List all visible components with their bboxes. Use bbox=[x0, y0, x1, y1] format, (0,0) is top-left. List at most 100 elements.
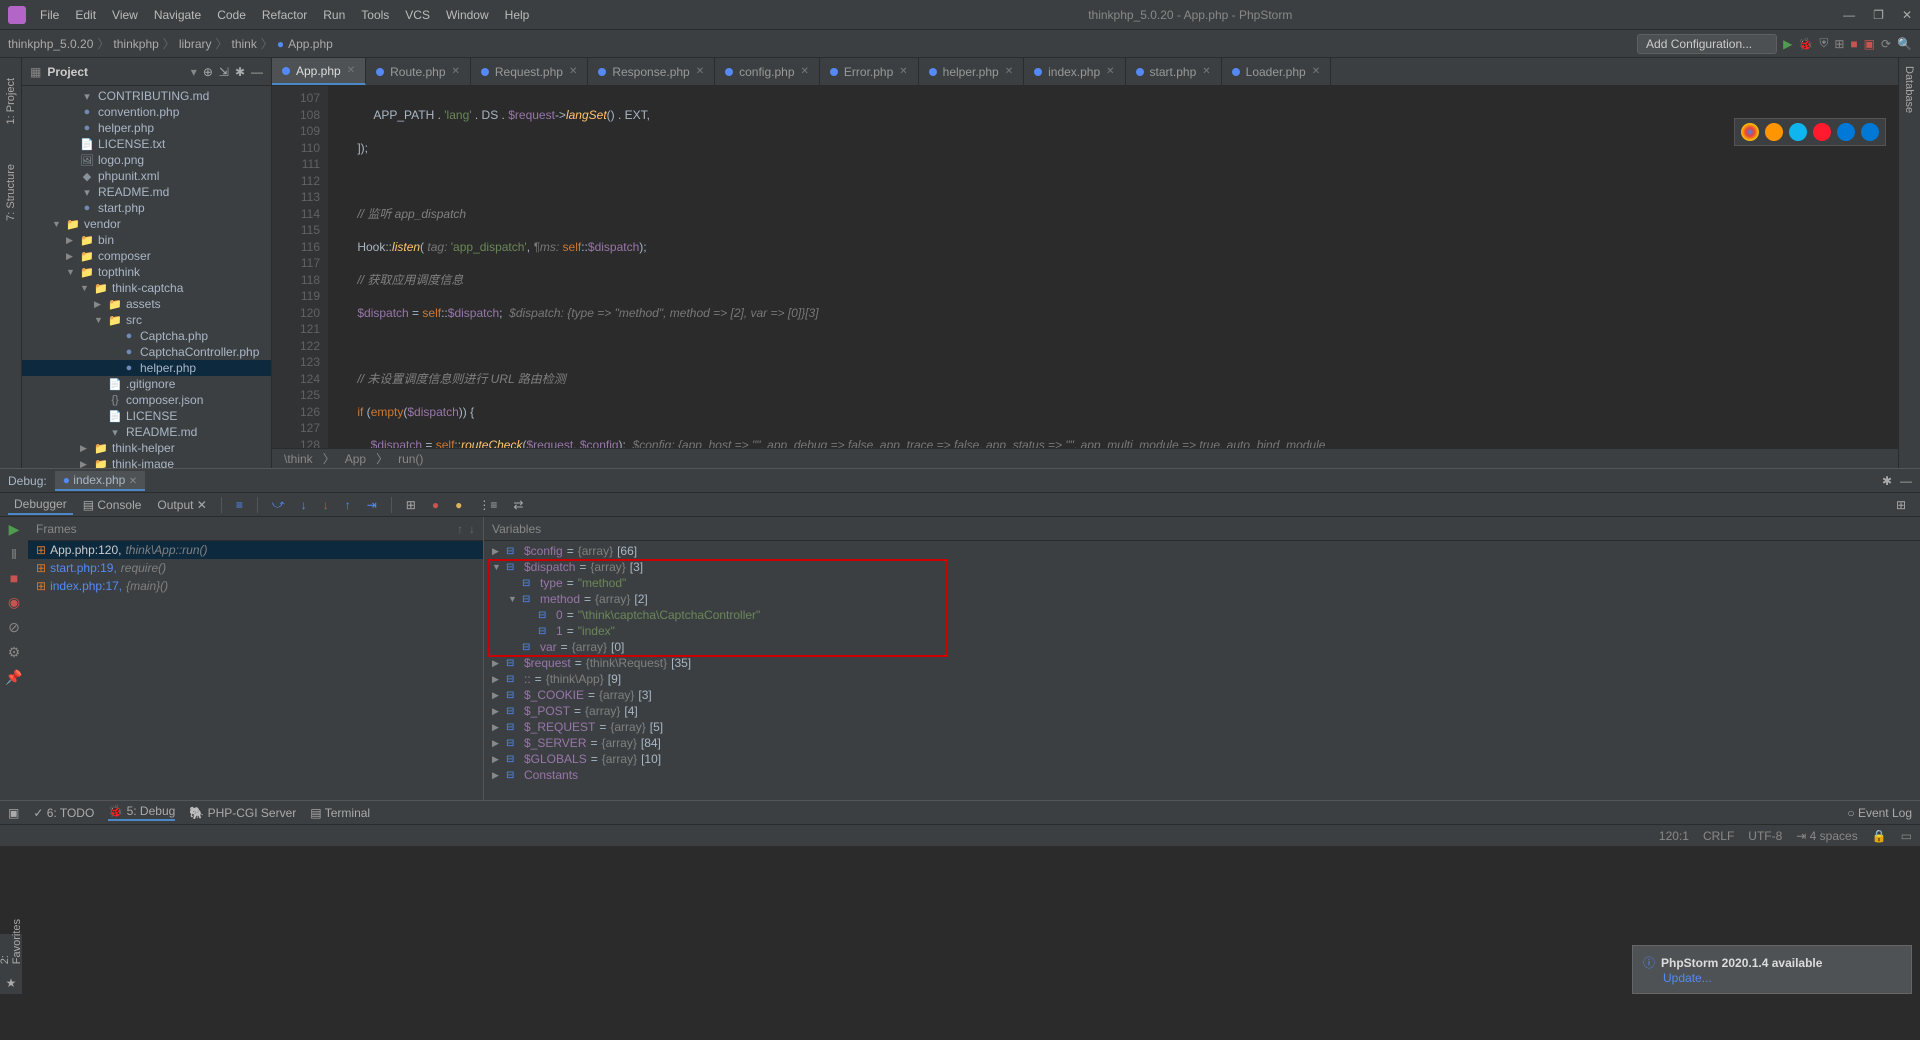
tree-item[interactable]: ●start.php bbox=[22, 200, 271, 216]
tree-item[interactable]: 📄LICENSE bbox=[22, 408, 271, 424]
console-tab[interactable]: ▤ Console bbox=[77, 496, 148, 514]
editor-tab[interactable]: Loader.php✕ bbox=[1222, 58, 1331, 85]
tool-project[interactable]: 1: Project bbox=[5, 78, 17, 124]
coverage-icon[interactable]: ⛨ bbox=[1819, 36, 1828, 51]
tool-database[interactable]: Database bbox=[1903, 66, 1915, 113]
menu-file[interactable]: File bbox=[32, 4, 67, 26]
breadcrumb-item[interactable]: think bbox=[232, 37, 257, 51]
tree-item[interactable]: {}composer.json bbox=[22, 392, 271, 408]
tool-structure[interactable]: 7: Structure bbox=[5, 164, 17, 221]
tree-item[interactable]: ▼📁topthink bbox=[22, 264, 271, 280]
browser-preview-bar[interactable] bbox=[1734, 118, 1886, 146]
tree-item[interactable]: ▾CONTRIBUTING.md bbox=[22, 88, 271, 104]
opera-icon[interactable] bbox=[1813, 123, 1831, 141]
crumb-ns[interactable]: \think bbox=[284, 452, 313, 466]
crumb-class[interactable]: App bbox=[345, 452, 366, 466]
menu-run[interactable]: Run bbox=[315, 4, 353, 26]
view-breakpoints-icon[interactable]: ◉ bbox=[8, 594, 20, 611]
menu-navigate[interactable]: Navigate bbox=[146, 4, 209, 26]
menu-help[interactable]: Help bbox=[497, 4, 538, 26]
star-icon[interactable]: ★ bbox=[6, 976, 17, 990]
menu-vcs[interactable]: VCS bbox=[397, 4, 438, 26]
variable-row[interactable]: ▶⊟$request = {think\Request} [35] bbox=[492, 655, 1912, 671]
chrome-icon[interactable] bbox=[1741, 123, 1759, 141]
editor-tab[interactable]: start.php✕ bbox=[1126, 58, 1222, 85]
tool-window-icon[interactable]: ▣ bbox=[8, 806, 19, 820]
gear-icon[interactable]: ✱ bbox=[1882, 474, 1892, 488]
collapse-icon[interactable]: ⇲ bbox=[219, 65, 229, 79]
project-tree[interactable]: ▾CONTRIBUTING.md●convention.php●helper.p… bbox=[22, 86, 271, 468]
php-cgi-tool[interactable]: 🐘 PHP-CGI Server bbox=[189, 806, 296, 820]
variable-row[interactable]: ▶⊟$_REQUEST = {array} [5] bbox=[492, 719, 1912, 735]
variable-row[interactable]: ▶⊟$GLOBALS = {array} [10] bbox=[492, 751, 1912, 767]
resume-icon[interactable]: ▶ bbox=[9, 521, 20, 538]
line-ending[interactable]: CRLF bbox=[1703, 829, 1734, 843]
frame-item[interactable]: ⊞App.php:120, think\App::run() bbox=[28, 541, 483, 559]
run-icon[interactable]: ▶ bbox=[1783, 37, 1792, 51]
encoding[interactable]: UTF-8 bbox=[1748, 829, 1782, 843]
editor-tab[interactable]: App.php✕ bbox=[272, 58, 366, 85]
variable-row[interactable]: ▶⊟$config = {array} [66] bbox=[492, 543, 1912, 559]
target-icon[interactable]: ⊕ bbox=[203, 65, 213, 79]
minimize-icon[interactable]: — bbox=[1843, 8, 1855, 22]
menu-view[interactable]: View bbox=[104, 4, 146, 26]
breadcrumb-item[interactable]: App.php bbox=[288, 37, 333, 51]
lock-icon[interactable]: 🔒 bbox=[1872, 829, 1887, 843]
tree-item[interactable]: ▾README.md bbox=[22, 184, 271, 200]
safari-icon[interactable] bbox=[1789, 123, 1807, 141]
tree-item[interactable]: ▶📁assets bbox=[22, 296, 271, 312]
breadcrumb-item[interactable]: library bbox=[179, 37, 212, 51]
editor-tabs[interactable]: App.php✕Route.php✕Request.php✕Response.p… bbox=[272, 58, 1898, 86]
force-step-into-icon[interactable]: ↓ bbox=[317, 496, 335, 514]
code-editor[interactable]: 1071081091101111121131141151161171181191… bbox=[272, 86, 1898, 448]
code-content[interactable]: APP_PATH . 'lang' . DS . $request->langS… bbox=[328, 86, 1898, 448]
close-icon[interactable]: ✕ bbox=[1902, 8, 1912, 22]
variable-row[interactable]: ▶⊟$_SERVER = {array} [84] bbox=[492, 735, 1912, 751]
editor-tab[interactable]: Error.php✕ bbox=[820, 58, 919, 85]
editor-tab[interactable]: Request.php✕ bbox=[471, 58, 588, 85]
search-icon[interactable]: 🔍 bbox=[1897, 37, 1912, 51]
view-bp-icon[interactable]: ⋮≡ bbox=[472, 496, 503, 514]
tree-item[interactable]: ▶📁bin bbox=[22, 232, 271, 248]
stop-icon[interactable]: ■ bbox=[1850, 37, 1857, 51]
variable-row[interactable]: ▶⊟Constants bbox=[492, 767, 1912, 783]
add-configuration-button[interactable]: Add Configuration... bbox=[1637, 34, 1777, 54]
output-tab[interactable]: Output ✕ bbox=[151, 496, 212, 514]
editor-tab[interactable]: config.php✕ bbox=[715, 58, 820, 85]
debug-tab-index[interactable]: ● index.php ✕ bbox=[55, 471, 145, 491]
debug-tool[interactable]: 🐞 5: Debug bbox=[108, 804, 175, 821]
frame-down-icon[interactable]: ↓ bbox=[469, 522, 475, 536]
hide-icon[interactable]: — bbox=[251, 65, 263, 79]
indent[interactable]: ⇥ 4 spaces bbox=[1796, 829, 1857, 843]
pin-icon[interactable]: 📌 bbox=[5, 669, 22, 686]
maximize-icon[interactable]: ❐ bbox=[1873, 8, 1884, 22]
menu-edit[interactable]: Edit bbox=[67, 4, 104, 26]
profile-icon[interactable]: ⊞ bbox=[1834, 37, 1844, 51]
tree-item[interactable]: ●convention.php bbox=[22, 104, 271, 120]
breadcrumb[interactable]: thinkphp_5.0.20〉 thinkphp〉 library〉 thin… bbox=[8, 35, 333, 52]
tree-item[interactable]: ●CaptchaController.php bbox=[22, 344, 271, 360]
tool-favorites[interactable]: 2: Favorites bbox=[0, 919, 23, 964]
debugger-tab[interactable]: Debugger bbox=[8, 495, 73, 515]
crumb-method[interactable]: run() bbox=[398, 452, 423, 466]
editor-breadcrumb[interactable]: \think〉 App〉 run() bbox=[272, 448, 1898, 468]
show-exec-icon[interactable]: ≡ bbox=[230, 496, 249, 514]
ie-icon[interactable] bbox=[1837, 123, 1855, 141]
terminal-tool[interactable]: ▤ Terminal bbox=[310, 806, 370, 820]
breadcrumb-item[interactable]: thinkphp_5.0.20 bbox=[8, 37, 93, 51]
menu-window[interactable]: Window bbox=[438, 4, 497, 26]
variable-row[interactable]: ▶⊟$_COOKIE = {array} [3] bbox=[492, 687, 1912, 703]
settings-icon[interactable]: ⇄ bbox=[507, 496, 529, 514]
editor-tab[interactable]: index.php✕ bbox=[1024, 58, 1125, 85]
tree-item[interactable]: 🖼logo.png bbox=[22, 152, 271, 168]
menu-refactor[interactable]: Refactor bbox=[254, 4, 315, 26]
todo-tool[interactable]: ✓ 6: TODO bbox=[33, 806, 94, 820]
run-to-cursor-icon[interactable]: ⇥ bbox=[361, 496, 383, 514]
evaluate-icon[interactable]: ⊞ bbox=[400, 496, 422, 514]
tree-item[interactable]: 📄.gitignore bbox=[22, 376, 271, 392]
edge-icon[interactable] bbox=[1861, 123, 1879, 141]
tree-item[interactable]: ▼📁src bbox=[22, 312, 271, 328]
variable-row[interactable]: ▶⊟$_POST = {array} [4] bbox=[492, 703, 1912, 719]
memory-icon[interactable]: ▭ bbox=[1901, 829, 1912, 843]
frame-item[interactable]: ⊞start.php:19, require() bbox=[28, 559, 483, 577]
